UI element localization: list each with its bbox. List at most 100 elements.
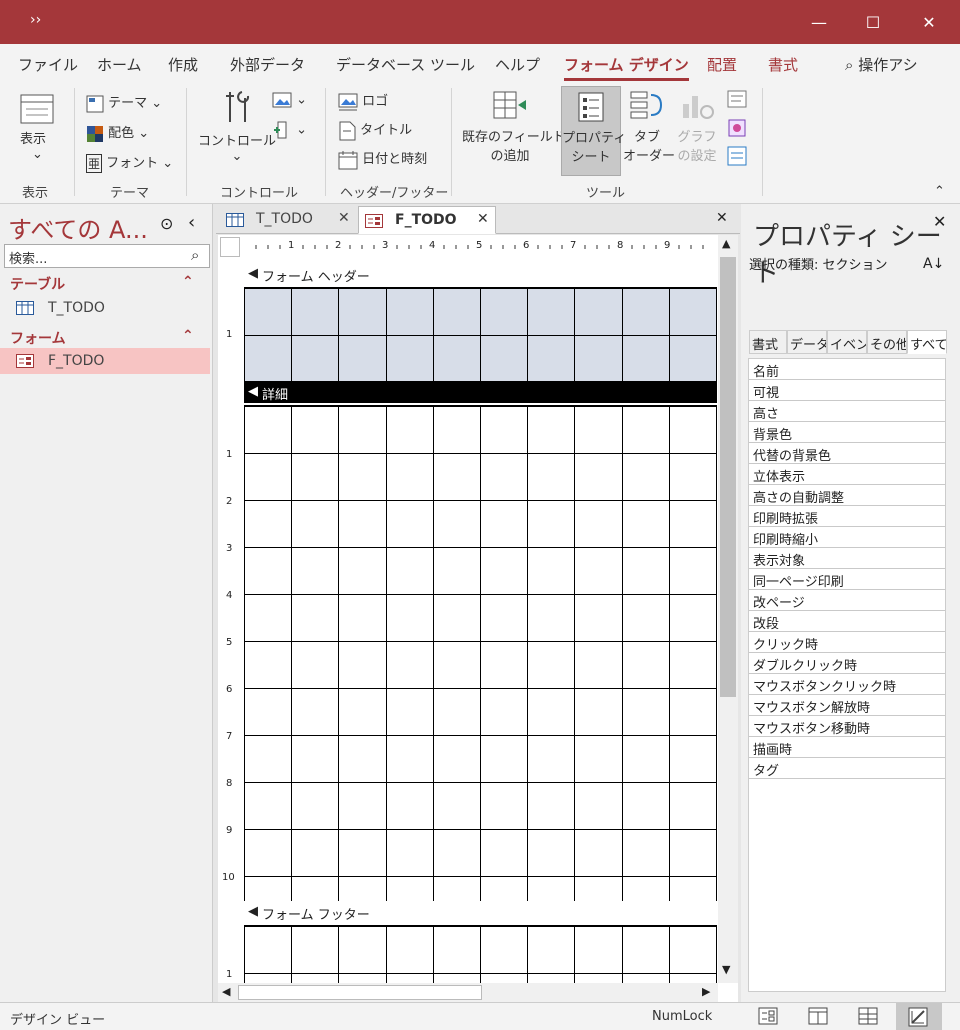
vertical-ruler[interactable]: 1 1 2 3 4 5 6 7 8 9 10 1 — [220, 263, 238, 999]
prop-row[interactable]: 名前 — [749, 359, 945, 380]
tab-form-design[interactable]: フォーム デザイン — [564, 54, 689, 81]
prop-tab-other[interactable]: その他 — [867, 330, 907, 354]
fonts-button[interactable]: 亜 フォント ⌄ — [86, 152, 173, 173]
search-icon[interactable]: ⌕ — [191, 246, 199, 264]
minimize-button[interactable]: — — [796, 0, 842, 44]
themes-button[interactable]: テーマ ⌄ — [86, 92, 162, 113]
collapse-nav-icon[interactable]: ‹ — [188, 212, 195, 233]
prop-row[interactable]: 同一ページ印刷 — [749, 569, 945, 590]
prop-row[interactable]: 代替の背景色 — [749, 443, 945, 464]
prop-row[interactable]: 可視 — [749, 380, 945, 401]
convert-macros-button[interactable] — [727, 118, 747, 138]
datasheet-view-button[interactable] — [858, 1007, 878, 1029]
horizontal-ruler[interactable]: 1 2 3 4 5 6 7 8 9 — [244, 237, 716, 257]
prop-tab-data[interactable]: データ — [787, 330, 827, 354]
prop-row[interactable]: 描画時 — [749, 737, 945, 758]
prop-row[interactable]: 背景色 — [749, 422, 945, 443]
ribbon-separator — [186, 88, 187, 196]
form-selector[interactable] — [220, 237, 240, 257]
tab-help[interactable]: ヘルプ — [495, 54, 540, 75]
horizontal-scroll-thumb[interactable] — [238, 985, 482, 1000]
form-footer-grid[interactable] — [244, 925, 717, 983]
tab-external-data[interactable]: 外部データ — [230, 54, 305, 75]
tab-home[interactable]: ホーム — [97, 54, 142, 75]
tab-database-tools[interactable]: データベース ツール — [336, 54, 475, 75]
close-window-button[interactable]: ✕ — [906, 0, 952, 44]
prop-row[interactable]: 高さの自動調整 — [749, 485, 945, 506]
title-button[interactable]: タイトル — [338, 119, 412, 141]
nav-item-t-todo[interactable]: T_TODO — [0, 296, 210, 322]
tab-create[interactable]: 作成 — [168, 54, 198, 75]
prop-row[interactable]: タグ — [749, 758, 945, 779]
prop-row[interactable]: マウスボタン移動時 — [749, 716, 945, 737]
nav-item-f-todo[interactable]: F_TODO — [0, 348, 210, 374]
prop-row[interactable]: 印刷時拡張 — [749, 506, 945, 527]
collapse-ribbon-icon[interactable]: ⌃ — [934, 184, 945, 199]
form-header-grid[interactable] — [243, 287, 718, 383]
prop-row[interactable]: クリック時 — [749, 632, 945, 653]
nav-group-tables[interactable]: テーブル ⌃ — [0, 272, 213, 294]
prop-row[interactable]: ダブルクリック時 — [749, 653, 945, 674]
add-existing-fields-button[interactable]: 既存のフィールド の追加 — [462, 90, 566, 164]
quick-access-more[interactable]: ›› — [30, 12, 41, 28]
nav-dropdown-icon[interactable]: ⊙ — [160, 214, 173, 233]
nav-group-forms-label: フォーム — [10, 331, 66, 347]
horizontal-scrollbar[interactable]: ◀ ▶ — [218, 983, 718, 1002]
doc-tab-f-todo[interactable]: F_TODO ✕ — [358, 206, 496, 234]
section-bar-form-header[interactable]: ◀ フォーム ヘッダー — [244, 263, 717, 285]
vertical-scrollbar[interactable]: ▲ ▼ — [718, 235, 738, 983]
property-sheet-title: プロパティ シート — [753, 222, 942, 289]
scroll-up-icon[interactable]: ▲ — [722, 237, 730, 250]
close-icon[interactable]: ✕ — [338, 210, 350, 226]
layout-view-button[interactable] — [808, 1007, 828, 1029]
logo-button[interactable]: ロゴ — [338, 90, 388, 111]
prop-tab-event[interactable]: イベント — [827, 330, 867, 354]
prop-row[interactable]: 高さ — [749, 401, 945, 422]
close-icon[interactable]: ✕ — [477, 211, 489, 227]
view-code-button[interactable] — [727, 90, 747, 108]
colors-label: 配色 — [108, 126, 135, 141]
nav-search-input[interactable]: 検索... ⌕ — [4, 244, 210, 268]
prop-tab-all[interactable]: すべて — [907, 330, 947, 354]
tab-file[interactable]: ファイル — [18, 54, 78, 75]
close-document-icon[interactable]: ✕ — [716, 210, 728, 226]
prop-row[interactable]: 改段 — [749, 611, 945, 632]
doc-tab-t-todo[interactable]: T_TODO ✕ — [220, 206, 356, 234]
sort-icon[interactable]: A↓ — [923, 256, 944, 272]
insert-image-button[interactable]: ⌄ — [272, 92, 307, 108]
nav-group-forms[interactable]: フォーム ⌃ — [0, 326, 213, 348]
scroll-down-icon[interactable]: ▼ — [722, 963, 730, 976]
prop-row[interactable]: 表示対象 — [749, 548, 945, 569]
colors-button[interactable]: 配色 ⌄ — [86, 122, 149, 143]
controls-button[interactable]: コントロール ⌄ — [198, 90, 276, 164]
design-view-button[interactable] — [896, 1003, 942, 1030]
prop-row[interactable]: 立体表示 — [749, 464, 945, 485]
prop-row[interactable]: マウスボタンクリック時 — [749, 674, 945, 695]
detail-grid[interactable] — [244, 405, 717, 903]
section-bar-detail[interactable]: ◀ 詳細 — [244, 381, 717, 403]
view-button[interactable]: 表示 ⌄ — [20, 94, 54, 162]
maximize-button[interactable]: ☐ — [850, 0, 896, 44]
prop-row[interactable]: マウスボタン解放時 — [749, 695, 945, 716]
scroll-right-icon[interactable]: ▶ — [702, 985, 710, 998]
chart-settings-button[interactable]: グラフ の設定 — [674, 90, 720, 164]
nav-pane-title[interactable]: すべての A... — [8, 210, 148, 245]
scroll-left-icon[interactable]: ◀ — [222, 985, 230, 998]
prop-row[interactable]: 印刷時縮小 — [749, 527, 945, 548]
form-view-button[interactable] — [758, 1007, 778, 1029]
prop-row[interactable]: 改ページ — [749, 590, 945, 611]
ruler-label: 8 — [617, 240, 624, 251]
tab-order-button[interactable]: タブ オーダー — [623, 90, 675, 164]
section-bar-form-footer[interactable]: ◀ フォーム フッター — [244, 901, 717, 923]
tab-format[interactable]: 書式 — [768, 54, 798, 75]
subform-button[interactable] — [727, 146, 747, 166]
insert-control-button[interactable]: ⌄ — [272, 120, 307, 140]
close-icon[interactable]: ✕ — [933, 212, 946, 231]
numlock-indicator: NumLock — [652, 1009, 713, 1024]
tab-arrange[interactable]: 配置 — [707, 54, 737, 75]
date-time-button[interactable]: 日付と時刻 — [338, 148, 427, 170]
vertical-scroll-thumb[interactable] — [720, 257, 736, 697]
property-sheet-button[interactable]: プロパティ シート — [561, 86, 626, 176]
tell-me-box[interactable]: ⌕ 操作アシ — [845, 54, 918, 75]
prop-tab-format[interactable]: 書式 — [749, 330, 787, 354]
